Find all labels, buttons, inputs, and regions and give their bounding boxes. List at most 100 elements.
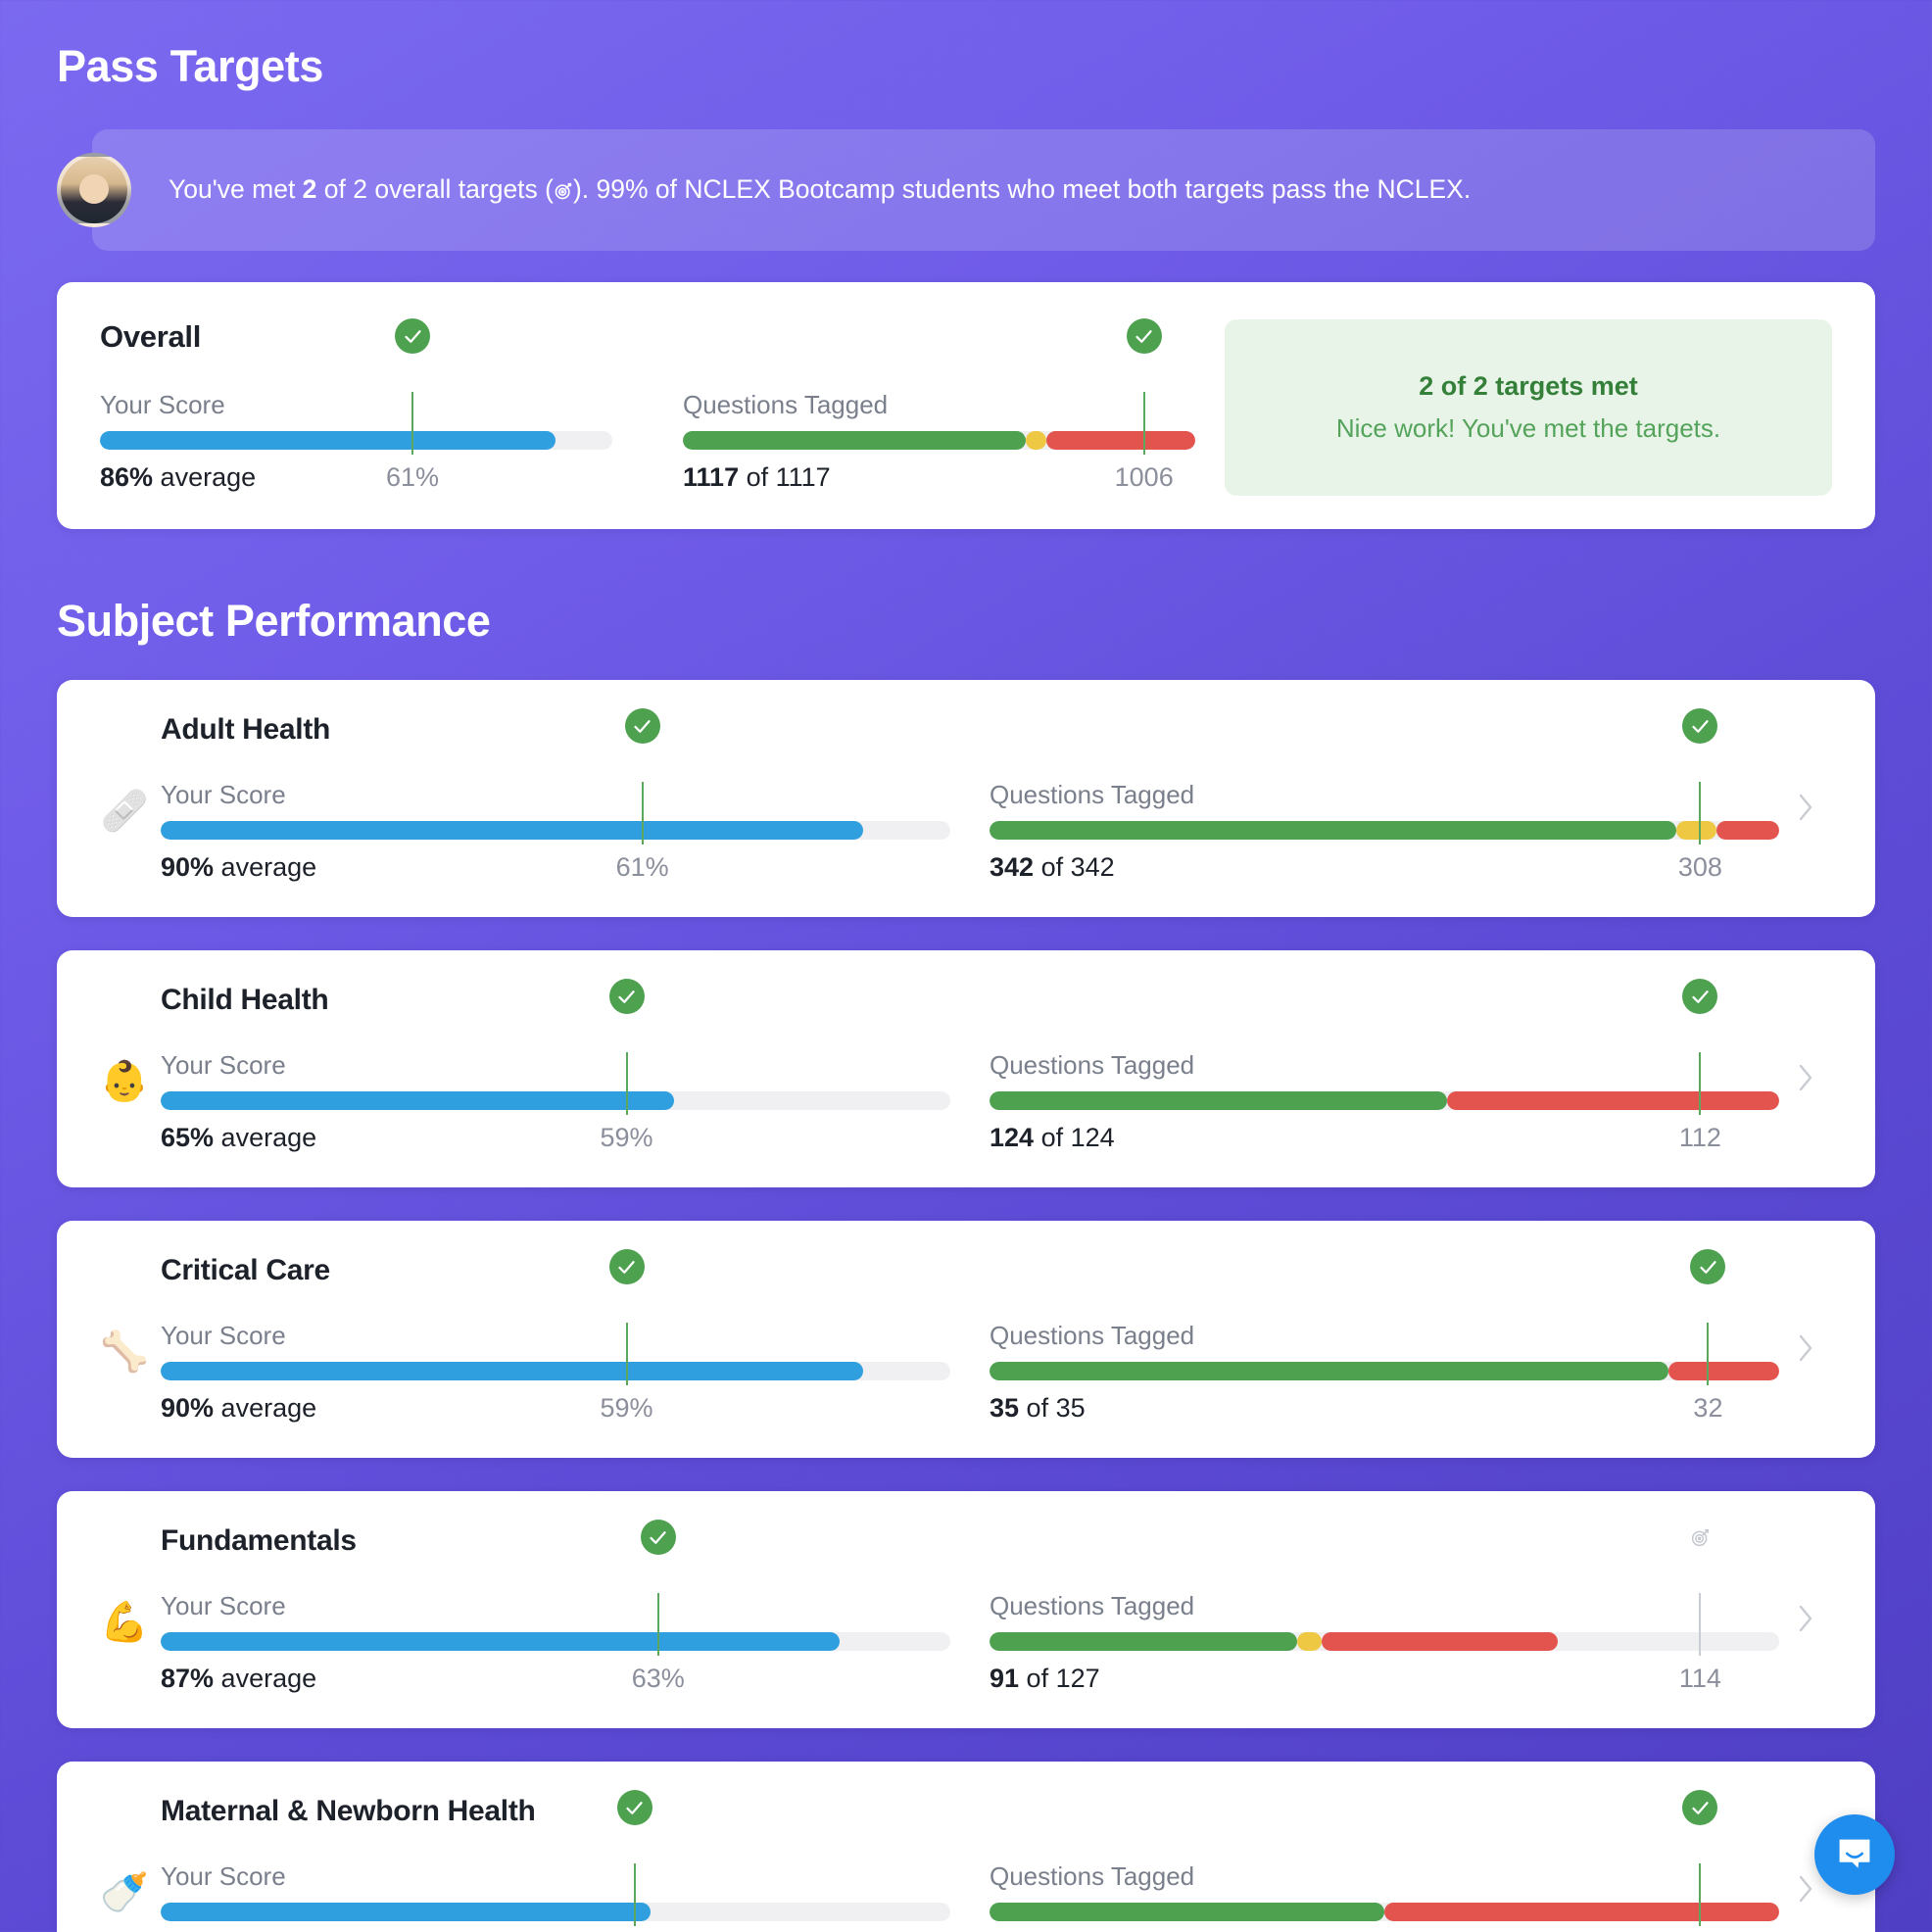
tagged-value-bold: 35 (990, 1393, 1020, 1423)
subject-list: Adult Health 🩹 Your Score 90% average 61… (0, 680, 1932, 1932)
score-progress-bar (161, 979, 950, 1115)
target-marker (1126, 318, 1162, 455)
tagged-value-rest: of 124 (1034, 1123, 1115, 1152)
score-value: 65% average (161, 1123, 316, 1153)
score-value-bold: 65% (161, 1123, 215, 1152)
subject-score-metric: Your Score (161, 1790, 950, 1932)
score-fill (161, 1632, 841, 1651)
chevron-right-icon[interactable] (1779, 1305, 1832, 1370)
score-target-label: 59% (600, 1393, 653, 1423)
pass-targets-banner: You've met 2 of 2 overall targets (). 99… (0, 92, 1932, 251)
subject-title: Child Health (161, 984, 329, 1016)
tagged-value-rest: of 127 (1019, 1664, 1100, 1693)
subject-card[interactable]: Adult Health 🩹 Your Score 90% average 61… (57, 680, 1875, 917)
section-title: Subject Performance (57, 596, 491, 646)
tagged-progress-bar (990, 708, 1779, 845)
score-fill (161, 821, 864, 840)
metric-label: Your Score (161, 1861, 286, 1891)
targets-met-box: 2 of 2 targets met Nice work! You've met… (1225, 319, 1832, 496)
score-target-label: 59% (600, 1123, 653, 1152)
target-marker (1690, 1249, 1726, 1385)
subject-tagged-metric: Questions Tagged 342 of 342 308 (990, 708, 1779, 886)
chevron-right-icon[interactable] (1779, 1575, 1832, 1640)
tagged-incorrect-segment (1321, 1632, 1559, 1651)
baby-icon: 👶 (100, 1060, 149, 1103)
tagged-progress-bar (683, 318, 1195, 455)
metric-label: Your Score (161, 780, 286, 809)
target-marker (395, 318, 431, 455)
overall-title: Overall (100, 319, 202, 354)
baby-bottle-icon: 🍼 (100, 1871, 149, 1914)
chat-widget-button[interactable] (1814, 1814, 1895, 1895)
target-marker (624, 708, 660, 845)
tagged-value: 35 of 35 (990, 1393, 1086, 1424)
score-value-rest: average (214, 1393, 317, 1423)
overall-tagged-metric: Questions Tagged 1117 of 1117 1006 (683, 318, 1195, 496)
score-fill (100, 431, 556, 450)
score-value-rest: average (214, 1664, 317, 1693)
metric-label: Your Score (161, 1050, 286, 1080)
subject-card[interactable]: Fundamentals 💪 Your Score 87% average 63… (57, 1491, 1875, 1728)
subject-card[interactable]: Maternal & Newborn Health 🍼 Your Score Q… (57, 1762, 1875, 1932)
targets-met-subtitle: Nice work! You've met the targets. (1335, 413, 1721, 443)
score-target-label: 61% (615, 852, 669, 882)
subject-tagged-metric: Questions Tagged 35 of 35 32 (990, 1249, 1779, 1426)
chevron-right-icon[interactable] (1779, 764, 1832, 829)
score-progress-bar (161, 1520, 950, 1656)
metric-label: Your Score (161, 1321, 286, 1350)
subject-tagged-metric: Questions Tagged 124 of 124 112 (990, 979, 1779, 1156)
score-fill (161, 1091, 674, 1110)
subject-card[interactable]: Child Health 👶 Your Score 65% average 59… (57, 950, 1875, 1187)
target-marker (608, 1249, 645, 1385)
tagged-value-rest: of 342 (1034, 852, 1115, 882)
avatar (57, 153, 131, 227)
tagged-correct-segment (990, 1903, 1384, 1921)
tagged-value: 124 of 124 (990, 1123, 1115, 1153)
subject-score-metric: Your Score 90% average 61% (161, 708, 950, 886)
banner-message: You've met 2 of 2 overall targets (). 99… (92, 129, 1875, 251)
bandage-icon: 🩹 (100, 790, 149, 833)
subject-title: Maternal & Newborn Health (161, 1795, 536, 1827)
tagged-incorrect-segment (1447, 1091, 1779, 1110)
tagged-progress-bar (990, 1790, 1779, 1926)
flexed-biceps-icon: 💪 (100, 1601, 149, 1644)
subject-title: Critical Care (161, 1254, 330, 1286)
target-met-badge (616, 1790, 652, 1825)
metric-label: Questions Tagged (990, 1591, 1195, 1620)
ecg-icon: 🦴 (100, 1330, 149, 1374)
target-met-badge (395, 318, 431, 354)
target-icon (554, 175, 573, 200)
subject-score-metric: Your Score 90% average 59% (161, 1249, 950, 1426)
metric-label: Questions Tagged (990, 1861, 1195, 1891)
target-marker (616, 1790, 652, 1926)
score-value: 90% average (161, 852, 316, 883)
target-met-badge (1682, 979, 1718, 1014)
target-marker (1682, 1790, 1718, 1926)
score-progress-bar (161, 1249, 950, 1385)
tagged-correct-segment (683, 431, 1027, 450)
chevron-right-icon[interactable] (1779, 1035, 1832, 1099)
tagged-correct-segment (990, 1362, 1669, 1380)
tagged-correct-segment (990, 821, 1677, 840)
target-met-badge (608, 979, 645, 1014)
tagged-value-bold: 1117 (683, 462, 740, 492)
tagged-incorrect-segment (1668, 1362, 1779, 1380)
tagged-target-label: 32 (1693, 1393, 1723, 1423)
metric-label: Questions Tagged (683, 390, 889, 419)
score-target-label: 61% (385, 462, 440, 492)
target-met-badge (1682, 1790, 1718, 1825)
tagged-value: 342 of 342 (990, 852, 1115, 883)
tagged-value-bold: 342 (990, 852, 1035, 882)
score-value-rest: average (214, 852, 317, 882)
score-fill (161, 1903, 651, 1921)
page-title: Pass Targets (57, 41, 324, 91)
target-marker (1691, 1528, 1709, 1656)
score-value: 86% average (100, 462, 256, 493)
subject-card[interactable]: Critical Care 🦴 Your Score 90% average 5… (57, 1221, 1875, 1458)
target-met-badge (1126, 318, 1162, 354)
tagged-incorrect-segment (1715, 821, 1779, 840)
tagged-incorrect-segment (1384, 1903, 1779, 1921)
target-unmet-icon (1682, 1520, 1717, 1555)
tagged-progress-bar (990, 1528, 1779, 1656)
banner-text-after: ). 99% of NCLEX Bootcamp students who me… (572, 174, 1472, 205)
